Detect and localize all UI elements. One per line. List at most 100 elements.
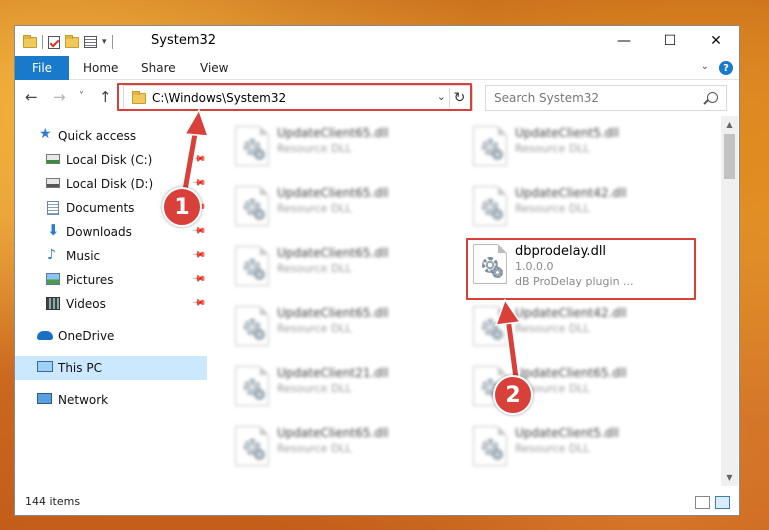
search-box[interactable]: Search System32: [485, 85, 727, 111]
back-button[interactable]: ←: [25, 88, 38, 106]
file-item[interactable]: UpdateClient21.dll Resource DLL: [229, 360, 449, 408]
dll-file-icon: [473, 306, 507, 346]
computer-icon: [37, 361, 53, 372]
sidebar-item-label: Local Disk (D:): [66, 177, 154, 191]
dll-file-icon: [235, 246, 269, 286]
maximize-button[interactable]: ☐: [647, 26, 693, 56]
file-type: Resource DLL: [277, 262, 352, 275]
file-type: Resource DLL: [277, 202, 352, 215]
sidebar-item-label: Documents: [66, 201, 135, 215]
sidebar-item-label: Pictures: [66, 273, 114, 287]
network-icon: [37, 393, 52, 404]
pin-icon[interactable]: 📌: [191, 223, 206, 238]
sidebar-item-label: Videos: [66, 297, 106, 311]
properties-icon[interactable]: [84, 36, 97, 48]
details-view-icon[interactable]: [695, 496, 710, 509]
file-type: Resource DLL: [277, 382, 352, 395]
new-folder-icon[interactable]: [65, 34, 79, 48]
folder-icon: [132, 91, 146, 104]
sidebar-item-label: Network: [58, 393, 109, 407]
file-item[interactable]: UpdateClient42.dll Resource DLL: [467, 300, 687, 348]
tab-share[interactable]: Share: [141, 61, 176, 75]
sidebar-item-quick-access[interactable]: ★ Quick access: [15, 124, 207, 148]
toolbar-separator: [111, 35, 113, 49]
sidebar-item-label: Downloads: [66, 225, 132, 239]
refresh-button[interactable]: ↻: [449, 88, 469, 108]
customize-toolbar-dropdown-icon[interactable]: ▾: [102, 37, 107, 47]
tiles-view-icon[interactable]: [715, 496, 730, 509]
file-tab[interactable]: File: [15, 56, 69, 80]
forward-button[interactable]: →: [53, 88, 66, 106]
tab-view[interactable]: View: [200, 61, 228, 75]
file-item[interactable]: UpdateClient65.dll Resource DLL: [229, 180, 449, 228]
pin-icon[interactable]: 📌: [191, 175, 206, 190]
dll-file-icon: [473, 186, 507, 226]
status-bar: 144 items: [15, 490, 739, 515]
pin-icon[interactable]: 📌: [191, 271, 206, 286]
file-item[interactable]: UpdateClient65.dll Resource DLL: [229, 300, 449, 348]
close-button[interactable]: ✕: [693, 26, 739, 56]
dll-file-icon: [235, 426, 269, 466]
scrollbar-thumb[interactable]: [724, 134, 735, 179]
vertical-scrollbar[interactable]: ▲ ▼: [721, 116, 738, 486]
sidebar-item-label: Music: [66, 249, 101, 263]
search-input[interactable]: Search System32: [494, 91, 599, 105]
file-item[interactable]: UpdateClient65.dll Resource DLL: [229, 420, 449, 468]
toolbar-separator: [42, 35, 43, 49]
pictures-icon: [46, 273, 60, 285]
address-path[interactable]: C:\Windows\System32: [152, 91, 286, 105]
search-icon[interactable]: [707, 92, 718, 103]
title-bar: ▾ System32 — ☐ ✕: [15, 26, 739, 56]
pin-icon[interactable]: 📌: [191, 151, 206, 166]
sidebar-item-pictures[interactable]: Pictures 📌: [15, 268, 207, 292]
file-type: Resource DLL: [277, 322, 352, 335]
file-list: UpdateClient65.dll Resource DLL UpdateCl…: [215, 116, 719, 486]
pin-icon[interactable]: 📌: [191, 295, 206, 310]
file-type: Resource DLL: [515, 322, 590, 335]
dll-file-icon: [235, 366, 269, 406]
dll-file-icon: [473, 426, 507, 466]
quick-access-toolbar: ▾: [23, 34, 113, 50]
dll-file-icon: [235, 126, 269, 166]
help-icon[interactable]: ?: [719, 61, 733, 75]
sidebar-item-label: Local Disk (C:): [66, 153, 153, 167]
address-bar[interactable]: C:\Windows\System32 ⌄ ↻: [123, 85, 473, 111]
file-name: UpdateClient65.dll: [277, 306, 389, 320]
tab-home[interactable]: Home: [83, 61, 118, 75]
file-item[interactable]: UpdateClient5.dll Resource DLL: [467, 420, 687, 468]
sidebar-item-onedrive[interactable]: OneDrive: [15, 324, 207, 348]
file-item[interactable]: UpdateClient5.dll Resource DLL: [467, 120, 687, 168]
properties-check-icon[interactable]: [48, 35, 60, 49]
file-description: dB ProDelay plugin ...: [515, 275, 634, 288]
scroll-up-icon[interactable]: ▲: [721, 116, 738, 133]
file-type: Resource DLL: [515, 442, 590, 455]
dll-file-icon: [473, 244, 507, 284]
up-button[interactable]: ↑: [99, 88, 112, 106]
file-name: UpdateClient65.dll: [277, 186, 389, 200]
dll-file-icon: [235, 186, 269, 226]
file-type: Resource DLL: [515, 202, 590, 215]
sidebar-item-network[interactable]: Network: [15, 388, 207, 412]
file-explorer-window: ▾ System32 — ☐ ✕ File Home Share View ⌄ …: [14, 25, 740, 516]
file-name: UpdateClient65.dll: [277, 246, 389, 260]
drive-icon: [46, 154, 60, 164]
minimize-button[interactable]: —: [601, 26, 647, 56]
window-title: System32: [151, 33, 217, 48]
address-dropdown-icon[interactable]: ⌄: [437, 90, 446, 103]
star-icon: ★: [39, 126, 52, 142]
downloads-icon: ⬇: [47, 221, 60, 239]
sidebar-item-music[interactable]: ♪ Music 📌: [15, 244, 207, 268]
dll-file-icon: [235, 306, 269, 346]
onedrive-cloud-icon: [37, 331, 53, 340]
pin-icon[interactable]: 📌: [191, 247, 206, 262]
recent-locations-button[interactable]: ˅: [79, 91, 84, 102]
sidebar-item-local-disk-c[interactable]: Local Disk (C:) 📌: [15, 148, 207, 172]
expand-ribbon-icon[interactable]: ⌄: [701, 61, 709, 72]
sidebar-item-videos[interactable]: Videos 📌: [15, 292, 207, 316]
file-item[interactable]: UpdateClient65.dll Resource DLL: [229, 240, 449, 288]
file-item[interactable]: UpdateClient65.dll Resource DLL: [229, 120, 449, 168]
file-item-dbprodelay[interactable]: dbprodelay.dll 1.0.0.0 dB ProDelay plugi…: [467, 238, 687, 296]
scroll-down-icon[interactable]: ▼: [721, 469, 738, 486]
sidebar-item-this-pc[interactable]: This PC: [15, 356, 207, 380]
file-item[interactable]: UpdateClient42.dll Resource DLL: [467, 180, 687, 228]
